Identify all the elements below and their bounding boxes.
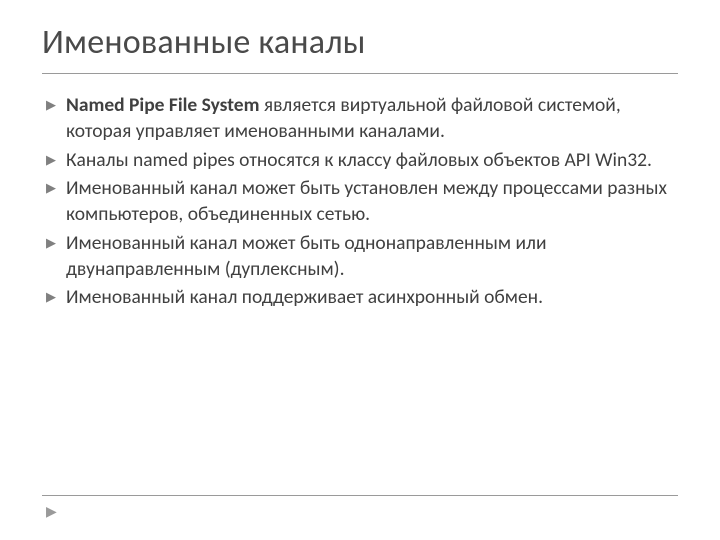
bullet-icon: ▶ — [46, 154, 56, 167]
bullet-bold: Named Pipe File System — [66, 93, 259, 117]
bullet-icon: ▶ — [46, 291, 56, 304]
bullet-text: Именованный канал поддерживает асинхронн… — [66, 284, 678, 310]
bullet-text: Именованный канал может быть установлен … — [66, 175, 678, 228]
slide: Именованные каналы ▶ Named Pipe File Sys… — [0, 0, 720, 540]
bullet-text: Каналы named pipes относятся к классу фа… — [66, 147, 678, 173]
bullet-icon: ▶ — [46, 237, 56, 250]
list-item: ▶ Named Pipe File System является виртуа… — [46, 92, 678, 145]
bullet-rest: Именованный канал может быть установлен … — [66, 176, 667, 226]
bullet-rest: Именованный канал поддерживает асинхронн… — [66, 285, 543, 309]
bullet-rest: Каналы named pipes относятся к классу фа… — [66, 148, 652, 172]
slide-title: Именованные каналы — [42, 22, 678, 74]
footer-bullet-icon: ▶ — [46, 503, 57, 520]
list-item: ▶ Именованный канал поддерживает асинхро… — [46, 284, 678, 310]
bullet-text: Named Pipe File System является виртуаль… — [66, 92, 678, 145]
list-item: ▶ Именованный канал может быть однонапра… — [46, 230, 678, 283]
bullet-icon: ▶ — [46, 99, 56, 112]
list-item: ▶ Именованный канал может быть установле… — [46, 175, 678, 228]
bullet-icon: ▶ — [46, 182, 56, 195]
bullet-rest: Именованный канал может быть однонаправл… — [66, 231, 547, 281]
bullet-text: Именованный канал может быть однонаправл… — [66, 230, 678, 283]
footer-divider — [42, 495, 678, 496]
bullet-list: ▶ Named Pipe File System является виртуа… — [42, 92, 678, 311]
list-item: ▶ Каналы named pipes относятся к классу … — [46, 147, 678, 173]
